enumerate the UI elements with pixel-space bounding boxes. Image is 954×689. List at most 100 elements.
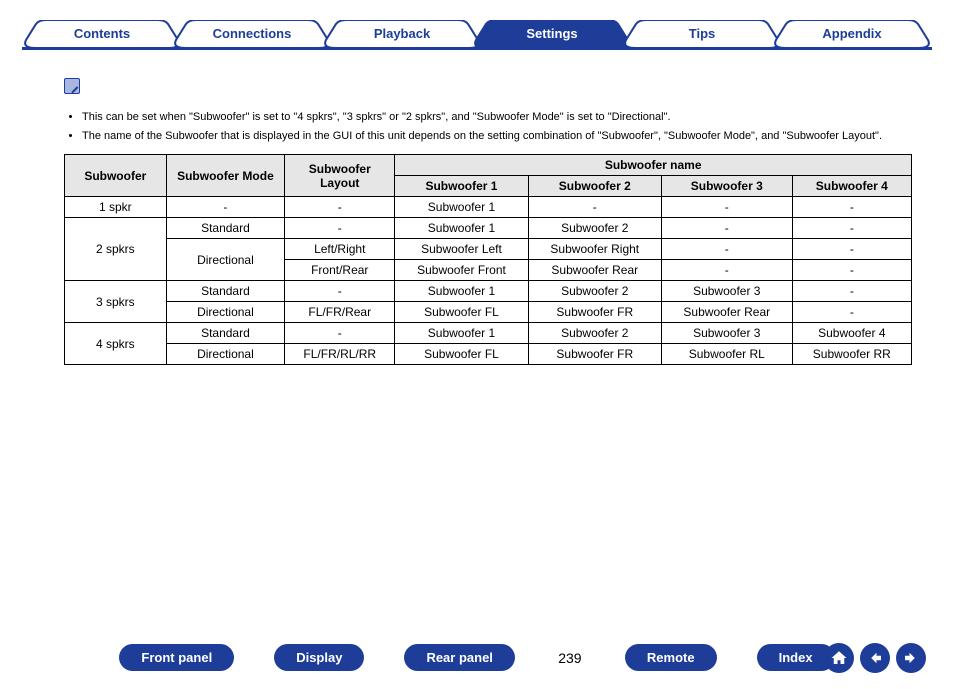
cell: Subwoofer 2 — [528, 323, 661, 344]
cell: - — [285, 281, 395, 302]
tab-label: Tips — [689, 26, 716, 41]
nav-index[interactable]: Index — [757, 644, 835, 671]
cell: Subwoofer RL — [661, 344, 792, 365]
cell: Subwoofer 2 — [528, 218, 661, 239]
cell: 1 spkr — [65, 197, 167, 218]
home-button[interactable] — [824, 643, 854, 673]
cell: - — [792, 197, 911, 218]
col-sub4: Subwoofer 4 — [792, 176, 911, 197]
col-group-subwoofer-name: Subwoofer name — [395, 155, 912, 176]
cell: - — [285, 197, 395, 218]
col-sub3: Subwoofer 3 — [661, 176, 792, 197]
cell: Subwoofer Rear — [528, 260, 661, 281]
cell: Directional — [166, 344, 285, 365]
col-sub2: Subwoofer 2 — [528, 176, 661, 197]
col-subwoofer-layout: Subwoofer Layout — [285, 155, 395, 197]
cell: Subwoofer FL — [395, 302, 528, 323]
tab-connections[interactable]: Connections — [172, 20, 332, 48]
nav-remote[interactable]: Remote — [625, 644, 717, 671]
table-header-row: Subwoofer Subwoofer Mode Subwoofer Layou… — [65, 155, 912, 176]
cell: Subwoofer 3 — [661, 281, 792, 302]
bottom-nav: Front panel Display Rear panel 239 Remot… — [0, 644, 954, 671]
table-row: Directional FL/FR/RL/RR Subwoofer FL Sub… — [65, 344, 912, 365]
cell: - — [285, 218, 395, 239]
cell: - — [792, 281, 911, 302]
cell: - — [792, 239, 911, 260]
cell: Subwoofer 1 — [395, 281, 528, 302]
table-row: 3 spkrs Standard - Subwoofer 1 Subwoofer… — [65, 281, 912, 302]
cell: FL/FR/Rear — [285, 302, 395, 323]
tab-label: Settings — [526, 26, 577, 41]
tab-label: Appendix — [822, 26, 881, 41]
tab-settings[interactable]: Settings — [472, 20, 632, 48]
nav-rear-panel[interactable]: Rear panel — [404, 644, 514, 671]
subwoofer-table: Subwoofer Subwoofer Mode Subwoofer Layou… — [64, 154, 912, 365]
cell: Subwoofer Right — [528, 239, 661, 260]
cell: - — [792, 260, 911, 281]
cell: Standard — [166, 323, 285, 344]
page-controls — [824, 643, 926, 673]
next-page-button[interactable] — [896, 643, 926, 673]
cell: Subwoofer Rear — [661, 302, 792, 323]
table-row: Directional FL/FR/Rear Subwoofer FL Subw… — [65, 302, 912, 323]
cell: Subwoofer Left — [395, 239, 528, 260]
cell: - — [661, 260, 792, 281]
arrow-left-icon — [866, 649, 884, 667]
cell: - — [166, 197, 285, 218]
note-list: This can be set when "Subwoofer" is set … — [64, 109, 912, 144]
cell: Subwoofer Front — [395, 260, 528, 281]
cell: Subwoofer FR — [528, 344, 661, 365]
note-item: This can be set when "Subwoofer" is set … — [82, 109, 912, 126]
col-sub1: Subwoofer 1 — [395, 176, 528, 197]
cell: Directional — [166, 302, 285, 323]
cell: - — [661, 239, 792, 260]
tab-label: Connections — [213, 26, 292, 41]
note-block: This can be set when "Subwoofer" is set … — [64, 78, 912, 144]
cell: Subwoofer 4 — [792, 323, 911, 344]
cell: Subwoofer 1 — [395, 218, 528, 239]
nav-display[interactable]: Display — [274, 644, 364, 671]
tab-appendix[interactable]: Appendix — [772, 20, 932, 48]
cell: Subwoofer 1 — [395, 323, 528, 344]
tab-label: Contents — [74, 26, 130, 41]
cell: 2 spkrs — [65, 218, 167, 281]
cell: FL/FR/RL/RR — [285, 344, 395, 365]
tab-contents[interactable]: Contents — [22, 20, 182, 48]
cell: Standard — [166, 281, 285, 302]
arrow-right-icon — [902, 649, 920, 667]
cell: Subwoofer 2 — [528, 281, 661, 302]
col-subwoofer-mode: Subwoofer Mode — [166, 155, 285, 197]
table-row: 2 spkrs Standard - Subwoofer 1 Subwoofer… — [65, 218, 912, 239]
top-tab-bar: Contents Connections Playback Settings T… — [22, 16, 932, 50]
cell: - — [528, 197, 661, 218]
cell: - — [285, 323, 395, 344]
table-row: Directional Left/Right Subwoofer Left Su… — [65, 239, 912, 260]
cell: Subwoofer FL — [395, 344, 528, 365]
cell: Subwoofer 3 — [661, 323, 792, 344]
cell: - — [661, 197, 792, 218]
cell: - — [792, 218, 911, 239]
tab-playback[interactable]: Playback — [322, 20, 482, 48]
table-row: 4 spkrs Standard - Subwoofer 1 Subwoofer… — [65, 323, 912, 344]
cell: - — [792, 302, 911, 323]
cell: Directional — [166, 239, 285, 281]
table-row: 1 spkr - - Subwoofer 1 - - - — [65, 197, 912, 218]
cell: Standard — [166, 218, 285, 239]
note-icon — [64, 78, 80, 94]
note-item: The name of the Subwoofer that is displa… — [82, 128, 912, 145]
page-number: 239 — [555, 650, 585, 666]
col-subwoofer: Subwoofer — [65, 155, 167, 197]
cell: 3 spkrs — [65, 281, 167, 323]
cell: Subwoofer RR — [792, 344, 911, 365]
prev-page-button[interactable] — [860, 643, 890, 673]
home-icon — [830, 649, 848, 667]
cell: Front/Rear — [285, 260, 395, 281]
cell: 4 spkrs — [65, 323, 167, 365]
tab-label: Playback — [374, 26, 430, 41]
cell: Left/Right — [285, 239, 395, 260]
cell: Subwoofer 1 — [395, 197, 528, 218]
cell: Subwoofer FR — [528, 302, 661, 323]
tab-tips[interactable]: Tips — [622, 20, 782, 48]
cell: - — [661, 218, 792, 239]
nav-front-panel[interactable]: Front panel — [119, 644, 234, 671]
